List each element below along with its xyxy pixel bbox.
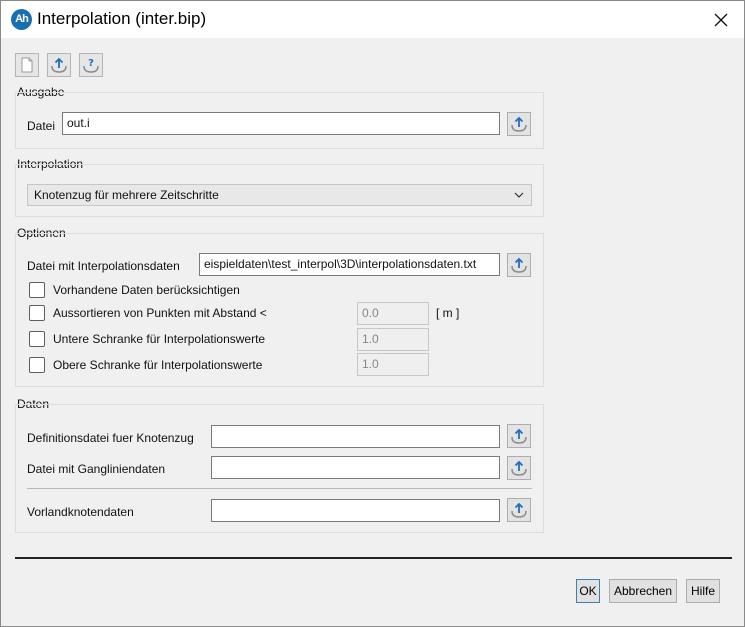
help-button[interactable]: Hilfe (686, 579, 720, 603)
chevron-down-icon (514, 192, 524, 198)
ausgabe-browse-button[interactable] (507, 112, 531, 136)
export-button[interactable] (47, 53, 71, 77)
obere-schranke-field[interactable]: 1.0 (357, 353, 429, 376)
window-title: Interpolation (inter.bip) (37, 9, 207, 28)
new-document-icon (21, 57, 33, 73)
vorhandene-daten-label: Vorhandene Daten berücksichtigen (53, 283, 240, 297)
daten-separator (27, 488, 532, 489)
obere-schranke-checkbox[interactable] (29, 357, 45, 373)
untere-schranke-label: Untere Schranke für Interpolationswerte (53, 332, 266, 346)
gangliniendaten-field[interactable] (211, 456, 500, 479)
untere-schranke-checkbox[interactable] (29, 331, 45, 347)
close-button[interactable] (698, 1, 744, 38)
interpolation-select[interactable]: Knotenzug für mehrere Zeitschritte (27, 184, 532, 206)
aussortieren-label: Aussortieren von Punkten mit Abstand < (53, 306, 267, 320)
vorlandknotendaten-label: Vorlandknotendaten (27, 505, 134, 519)
interpolationsdaten-field[interactable]: eispieldaten\test_interpol\3D\interpolat… (199, 253, 500, 276)
untere-schranke-field[interactable]: 1.0 (357, 328, 429, 351)
aussortieren-checkbox[interactable] (29, 305, 45, 321)
upload-icon (511, 502, 527, 518)
abstand-field[interactable]: 0.0 (357, 302, 429, 325)
interpolationsdaten-label: Datei mit Interpolationsdaten (27, 259, 180, 273)
app-logo-icon: Ah (11, 9, 32, 30)
definitionsdatei-field[interactable] (211, 425, 500, 448)
obere-schranke-label: Obere Schranke für Interpolationswerte (53, 358, 263, 372)
abstand-unit-label: [ m ] (436, 306, 460, 320)
vorlandknotendaten-browse-button[interactable] (507, 498, 531, 522)
upload-icon (511, 428, 527, 444)
close-icon (714, 13, 728, 26)
vorlandknotendaten-field[interactable] (211, 499, 500, 522)
upload-icon (511, 257, 527, 273)
interpolationsdaten-browse-button[interactable] (507, 253, 531, 277)
ausgabe-datei-field[interactable]: out.i (62, 112, 500, 135)
gangliniendaten-browse-button[interactable] (507, 456, 531, 480)
title-bar: Ah Interpolation (inter.bip) (1, 1, 744, 38)
new-document-button[interactable] (15, 53, 39, 77)
help-toolbar-button[interactable]: ? (79, 53, 103, 77)
svg-text:?: ? (88, 58, 94, 69)
upload-icon (511, 116, 527, 132)
help-icon: ? (83, 58, 99, 73)
dialog-window: Ah Interpolation (inter.bip) ? Ausgabe D… (0, 0, 745, 627)
definitionsdatei-browse-button[interactable] (507, 424, 531, 448)
gangliniendaten-label: Datei mit Gangliniendaten (27, 462, 166, 476)
upload-icon (511, 460, 527, 476)
ok-button[interactable]: OK (576, 579, 600, 603)
vorhandene-daten-checkbox[interactable] (29, 282, 45, 298)
footer-divider (15, 557, 732, 559)
upload-icon (51, 57, 67, 73)
cancel-button[interactable]: Abbrechen (609, 579, 677, 603)
ausgabe-datei-label: Datei (27, 119, 56, 133)
interpolation-selected-value: Knotenzug für mehrere Zeitschritte (34, 188, 219, 202)
definitionsdatei-label: Definitionsdatei fuer Knotenzug (27, 431, 194, 445)
